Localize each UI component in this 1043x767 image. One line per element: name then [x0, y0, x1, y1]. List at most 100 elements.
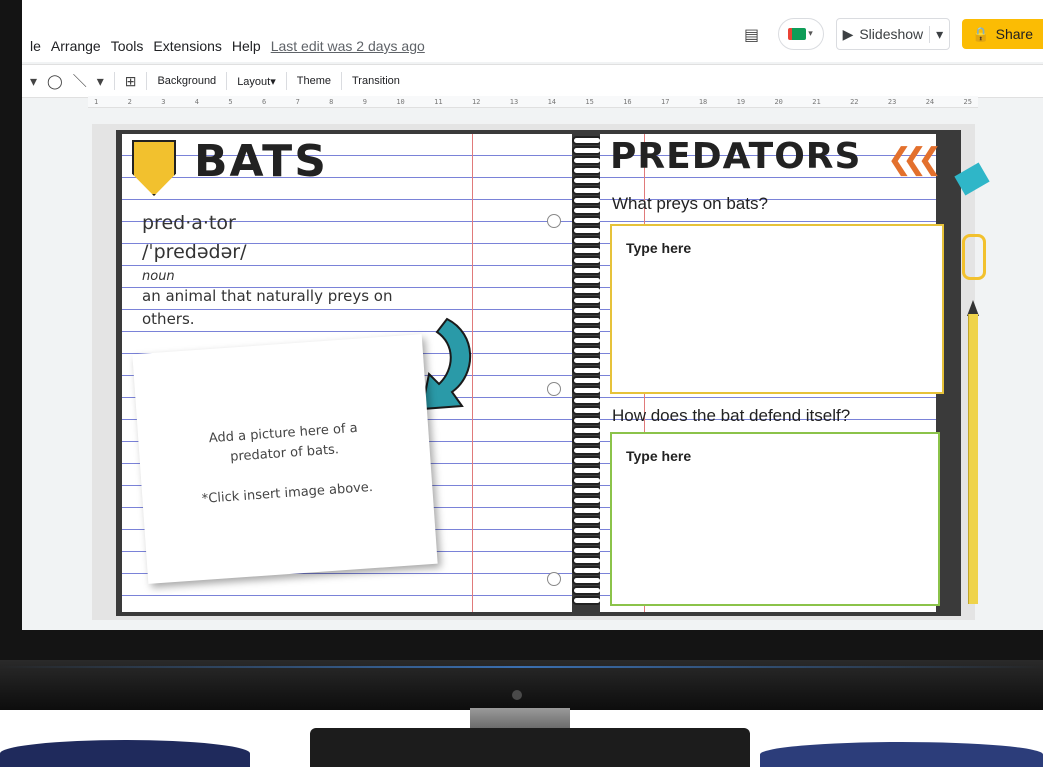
ruler-tick: 9: [362, 97, 367, 106]
ruler-tick: 14: [547, 97, 557, 106]
binder-hole: [547, 214, 561, 228]
spiral-coil: [572, 176, 602, 185]
ruler-tick: 12: [471, 97, 481, 106]
ruler-tick: 7: [295, 97, 300, 106]
share-label: Share: [995, 26, 1033, 42]
answer-box-2[interactable]: Type here: [610, 432, 940, 606]
ruler-tick: 16: [623, 97, 632, 106]
transition-button[interactable]: Transition: [352, 75, 400, 87]
background-button[interactable]: Background: [157, 75, 216, 87]
definition-pronunciation: /ˈpredədər/: [142, 241, 247, 263]
ruler-tick: 21: [812, 97, 821, 106]
ruler-tick: 13: [509, 97, 519, 106]
spiral-coil: [572, 196, 602, 205]
ruler-tick: 18: [698, 97, 708, 106]
ruler-tick: 22: [850, 97, 859, 106]
spiral-coil: [572, 246, 602, 255]
spiral-coil: [572, 586, 602, 595]
theme-button[interactable]: Theme: [297, 75, 331, 87]
last-edit-link[interactable]: Last edit was 2 days ago: [271, 38, 425, 54]
monitor-stand-base: [310, 728, 750, 767]
pencil-icon: [968, 314, 978, 604]
slide-canvas[interactable]: BATS pred·a·tor /ˈpredədər/ noun an anim…: [92, 124, 990, 620]
shape-icon[interactable]: ◯: [47, 73, 63, 90]
spiral-coil: [572, 346, 602, 355]
spiral-coil: [572, 206, 602, 215]
spiral-coil: [572, 376, 602, 385]
spiral-coil: [572, 396, 602, 405]
spiral-coil: [572, 546, 602, 555]
spiral-coil: [572, 296, 602, 305]
answer-box-1[interactable]: Type here: [610, 224, 944, 394]
definition-part-of-speech: noun: [142, 269, 175, 284]
textbox-icon[interactable]: ⊞: [125, 73, 137, 90]
spiral-coil: [572, 426, 602, 435]
spiral-coil: [572, 256, 602, 265]
spiral-coil: [572, 226, 602, 235]
question-1: What preys on bats?: [612, 194, 768, 213]
page-title-left: BATS: [194, 136, 328, 187]
spiral-coil: [572, 146, 602, 155]
spiral-coil: [572, 536, 602, 545]
answer-text-2[interactable]: Type here: [626, 448, 691, 464]
lock-icon: 🔒: [972, 25, 990, 42]
spiral-coil: [572, 166, 602, 175]
spiral-coil: [572, 466, 602, 475]
spiral-coil: [572, 516, 602, 525]
spiral-coil: [572, 136, 602, 145]
spiral-coil: [572, 566, 602, 575]
layout-label: Layout: [237, 75, 271, 88]
spiral-coil: [572, 576, 602, 585]
menu-item-help[interactable]: Help: [232, 38, 261, 54]
menu-item-arrange[interactable]: Arrange: [51, 38, 101, 54]
layout-button[interactable]: Layout▾: [237, 75, 276, 88]
spiral-coil: [572, 216, 602, 225]
spiral-coil: [572, 326, 602, 335]
chevron-down-icon[interactable]: ▾: [97, 73, 104, 90]
spiral-coil: [572, 186, 602, 195]
ruler-tick: 2: [127, 97, 132, 106]
spiral-coil: [572, 506, 602, 515]
spiral-coil: [572, 286, 602, 295]
share-button[interactable]: 🔒 Share: [962, 19, 1043, 49]
bezel-light: [0, 666, 1043, 668]
spiral-coil: [572, 356, 602, 365]
ruler-tick: 8: [329, 97, 334, 106]
toolbar-divider: [341, 72, 342, 90]
question-2: How does the bat defend itself?: [612, 406, 851, 425]
toolbar-divider: [113, 72, 115, 90]
menu-item-tools[interactable]: Tools: [111, 38, 144, 54]
ruler-tick: 17: [661, 97, 670, 106]
page-title-right: PREDATORS: [610, 136, 862, 177]
toolbar-divider: [226, 72, 228, 90]
spiral-coil: [572, 416, 602, 425]
binder-hole: [547, 572, 561, 586]
comment-icon[interactable]: ▤: [738, 22, 766, 46]
photo-placeholder[interactable]: Add a picture here of a predator of bats…: [132, 334, 438, 584]
spiral-coil: [572, 446, 602, 455]
definition-text-1: an animal that naturally preys on: [142, 287, 393, 305]
chevron-down-icon[interactable]: ▾: [30, 73, 37, 90]
meet-button[interactable]: ▾: [777, 18, 824, 50]
spiral-coil: [572, 306, 602, 315]
chevron-down-icon: ▾: [929, 25, 943, 43]
answer-text-1[interactable]: Type here: [626, 240, 691, 256]
menu-item-slide[interactable]: le: [30, 38, 41, 54]
chevrons-icon: ❮❮❮: [887, 142, 943, 177]
line-icon[interactable]: ＼: [73, 71, 87, 91]
menu-item-extensions[interactable]: Extensions: [153, 38, 221, 54]
power-icon: [512, 690, 522, 700]
spiral-coil: [572, 496, 602, 505]
spiral-coil: [572, 266, 602, 275]
photo-note: *Click insert image above.: [201, 479, 374, 507]
spiral-coil: [572, 436, 602, 445]
background-wave: [0, 740, 250, 767]
chevron-down-icon: ▾: [808, 29, 813, 39]
toolbar-divider: [146, 72, 148, 90]
menubar: le Arrange Tools Extensions Help Last ed…: [22, 0, 1043, 62]
slideshow-button[interactable]: ▶ Slideshow ▾: [835, 18, 951, 50]
spiral-coil: [572, 156, 602, 165]
toolbar-divider: [285, 72, 287, 90]
ruler-tick: 1: [94, 97, 99, 106]
ruler-tick: 11: [434, 97, 443, 106]
